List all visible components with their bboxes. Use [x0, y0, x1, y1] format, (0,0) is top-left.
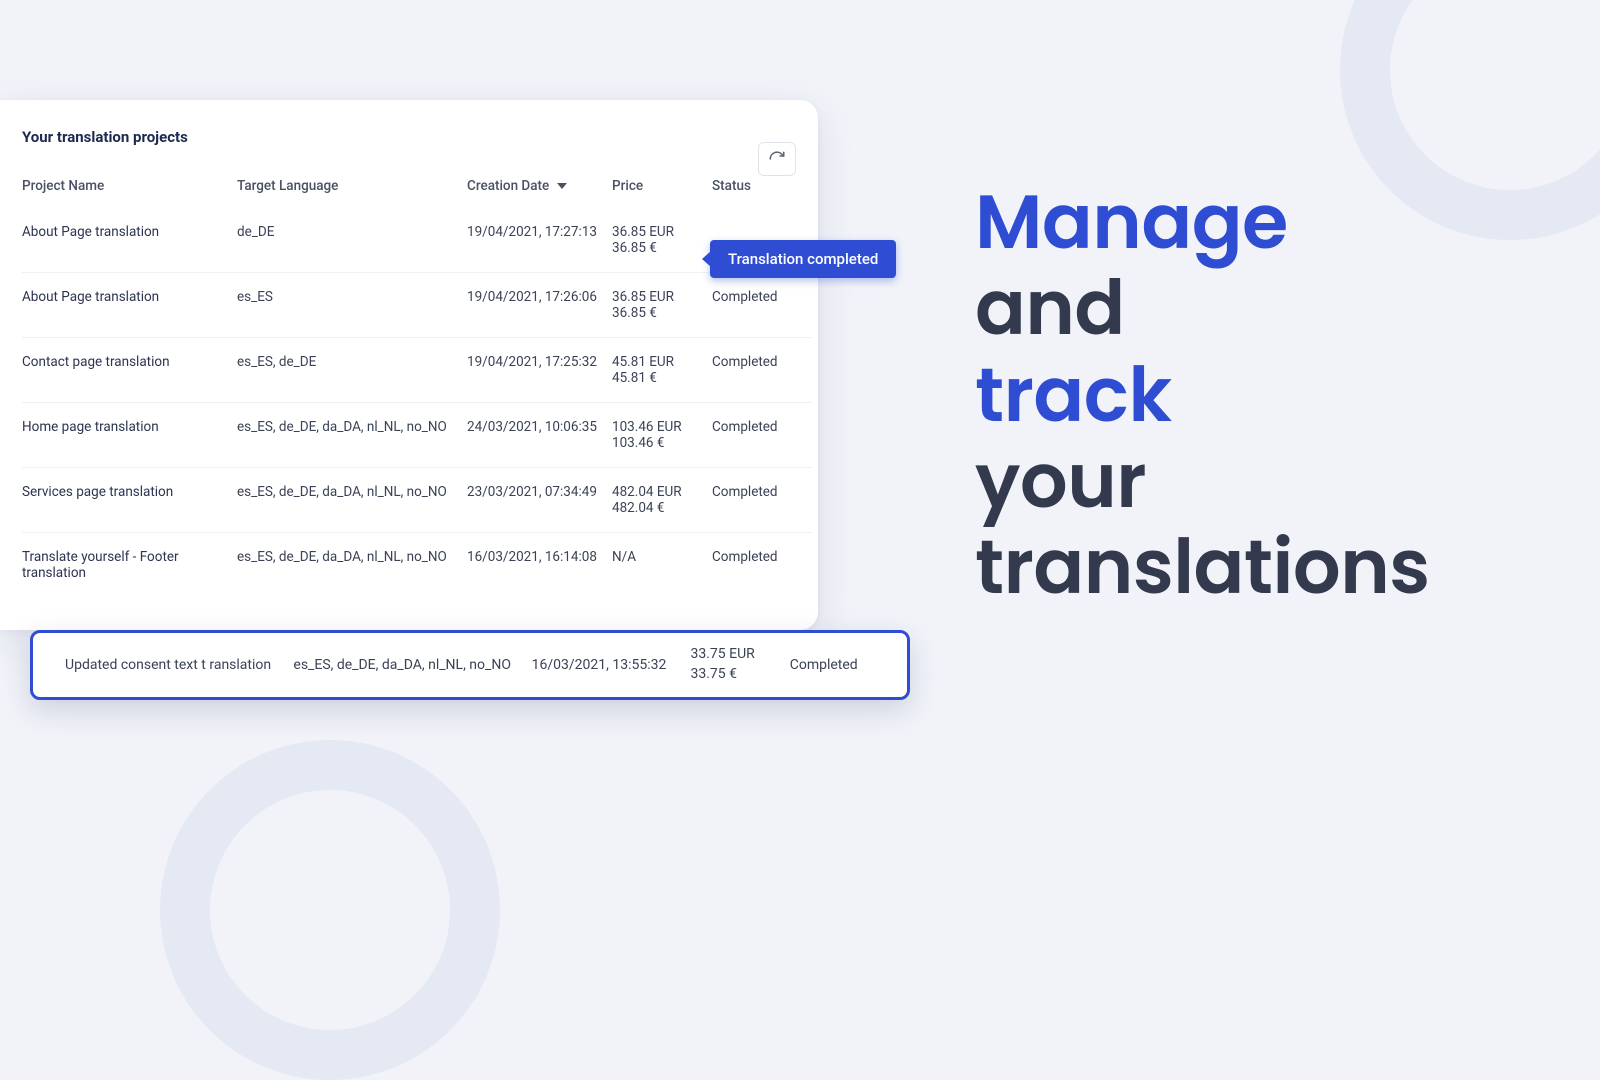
projects-table: Project Name Target Language Creation Da… [22, 164, 812, 597]
table-row[interactable]: Translate yourself - Footer translation … [22, 533, 812, 598]
cell-date: 24/03/2021, 10:06:35 [467, 403, 612, 468]
cell-name: Contact page translation [22, 338, 237, 403]
cell-price: 45.81 EUR 45.81 € [612, 338, 712, 403]
cell-lang: es_ES [237, 273, 467, 338]
callout-lang: es_ES, de_DE, da_DA, nl_NL, no_NO [293, 657, 531, 673]
col-header-price[interactable]: Price [612, 164, 712, 208]
panel-title: Your translation projects [22, 128, 808, 146]
cell-price-main: 45.81 EUR [612, 354, 674, 370]
status-tooltip: Translation completed [710, 240, 896, 278]
cell-price-sub: 45.81 € [612, 370, 704, 386]
cell-status: Completed [712, 403, 812, 468]
table-row[interactable]: Home page translation es_ES, de_DE, da_D… [22, 403, 812, 468]
cell-name: About Page translation [22, 208, 237, 273]
callout-price: 33.75 EUR 33.75 € [690, 645, 789, 684]
cell-price-main: 36.85 EUR [612, 289, 674, 305]
projects-tbody: About Page translation de_DE 19/04/2021,… [22, 208, 812, 597]
cell-lang: es_ES, de_DE, da_DA, nl_NL, no_NO [237, 533, 467, 598]
cell-lang: de_DE [237, 208, 467, 273]
table-row[interactable]: Services page translation es_ES, de_DE, … [22, 468, 812, 533]
col-header-date[interactable]: Creation Date [467, 164, 612, 208]
hero-line-4: your [975, 439, 1535, 525]
highlighted-row[interactable]: Updated consent text t ranslation es_ES,… [30, 630, 910, 700]
cell-status: Completed [712, 533, 812, 598]
cell-lang: es_ES, de_DE [237, 338, 467, 403]
cell-name: Translate yourself - Footer translation [22, 533, 237, 598]
refresh-button[interactable] [758, 142, 796, 176]
callout-name: Updated consent text t ranslation [65, 656, 293, 675]
projects-panel: Your translation projects Project Name T… [0, 100, 818, 630]
hero-text: Manage and track your translations [975, 180, 1535, 611]
cell-price-main: 482.04 EUR [612, 484, 682, 500]
cell-price-main: N/A [612, 549, 636, 565]
hero-line-3: track [975, 353, 1535, 439]
cell-status: Completed [712, 468, 812, 533]
refresh-icon [768, 150, 786, 168]
cell-price: 482.04 EUR 482.04 € [612, 468, 712, 533]
cell-status: Completed [712, 338, 812, 403]
table-row[interactable]: Contact page translation es_ES, de_DE 19… [22, 338, 812, 403]
callout-price-main: 33.75 EUR [690, 645, 789, 665]
col-header-date-label: Creation Date [467, 178, 549, 194]
cell-price-sub: 482.04 € [612, 500, 704, 516]
cell-price-sub: 36.85 € [612, 305, 704, 321]
callout-price-sub: 33.75 € [690, 665, 789, 685]
cell-price: 103.46 EUR 103.46 € [612, 403, 712, 468]
hero-line-1: Manage [975, 180, 1535, 266]
cell-name: About Page translation [22, 273, 237, 338]
col-header-name[interactable]: Project Name [22, 164, 237, 208]
cell-price-sub: 36.85 € [612, 240, 704, 256]
callout-date: 16/03/2021, 13:55:32 [532, 657, 691, 673]
hero-line-2: and [975, 266, 1535, 352]
cell-price-sub: 103.46 € [612, 435, 704, 451]
hero-line-5: translations [975, 525, 1535, 611]
cell-date: 16/03/2021, 16:14:08 [467, 533, 612, 598]
cell-price-main: 36.85 EUR [612, 224, 674, 240]
cell-date: 19/04/2021, 17:25:32 [467, 338, 612, 403]
cell-price: N/A [612, 533, 712, 598]
cell-status: Completed [712, 273, 812, 338]
decorative-circle-bottom [160, 740, 500, 1080]
cell-price-main: 103.46 EUR [612, 419, 682, 435]
cell-lang: es_ES, de_DE, da_DA, nl_NL, no_NO [237, 468, 467, 533]
col-header-lang[interactable]: Target Language [237, 164, 467, 208]
table-row[interactable]: About Page translation es_ES 19/04/2021,… [22, 273, 812, 338]
callout-status: Completed [790, 657, 889, 673]
cell-name: Services page translation [22, 468, 237, 533]
cell-date: 19/04/2021, 17:27:13 [467, 208, 612, 273]
cell-date: 23/03/2021, 07:34:49 [467, 468, 612, 533]
cell-price: 36.85 EUR 36.85 € [612, 208, 712, 273]
table-row[interactable]: About Page translation de_DE 19/04/2021,… [22, 208, 812, 273]
cell-date: 19/04/2021, 17:26:06 [467, 273, 612, 338]
cell-name: Home page translation [22, 403, 237, 468]
cell-price: 36.85 EUR 36.85 € [612, 273, 712, 338]
sort-desc-icon [557, 183, 567, 189]
cell-lang: es_ES, de_DE, da_DA, nl_NL, no_NO [237, 403, 467, 468]
